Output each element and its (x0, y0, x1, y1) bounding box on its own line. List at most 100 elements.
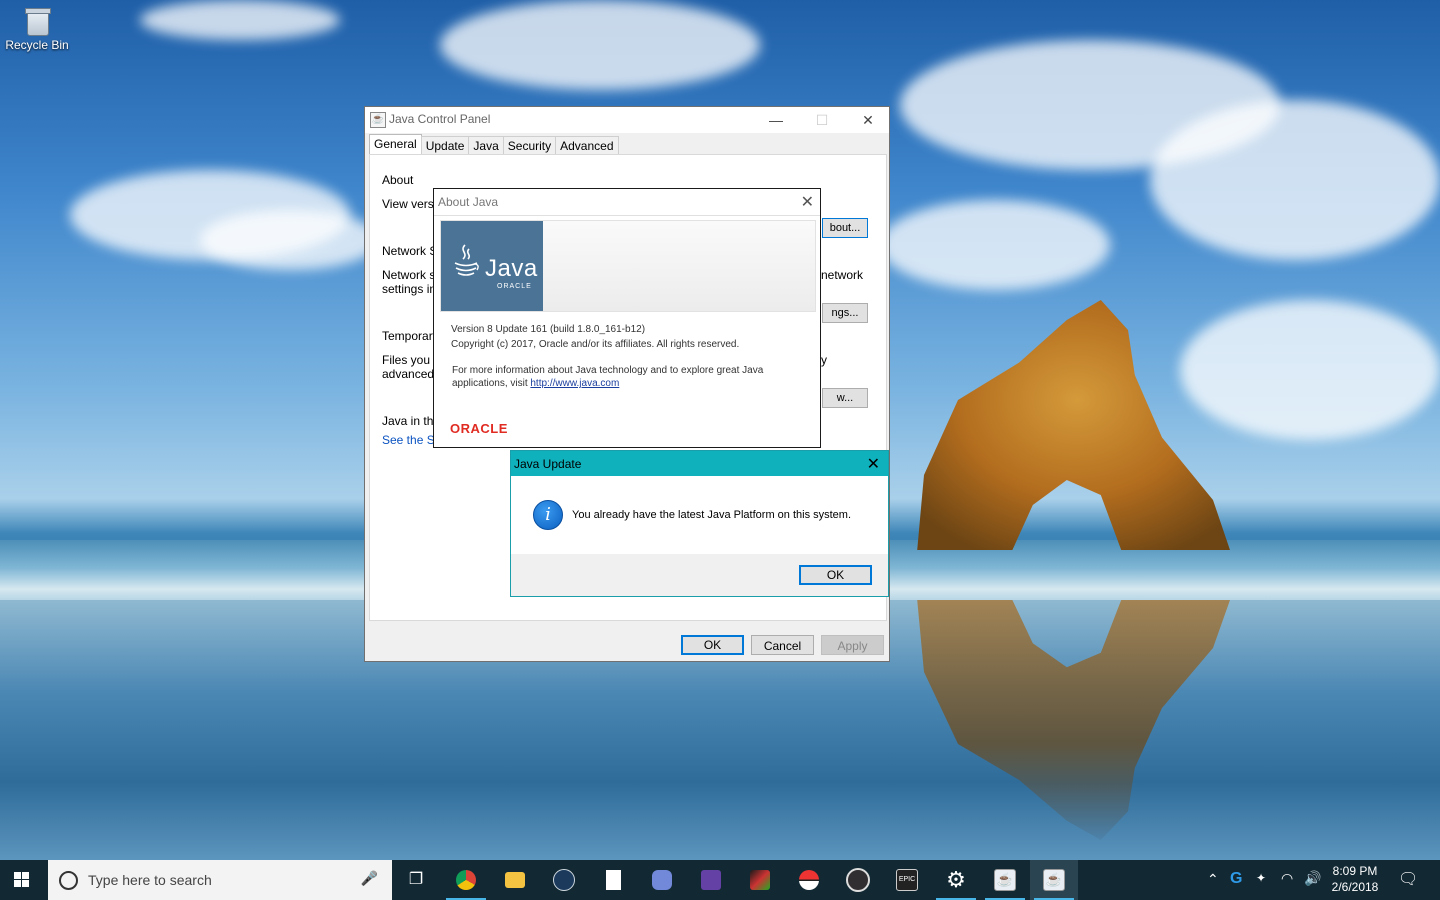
java-app-icon: ☕ (370, 112, 386, 128)
close-icon: ✕ (862, 112, 874, 128)
stock-chart-icon (750, 869, 770, 890)
about-button[interactable]: bout... (822, 218, 868, 238)
recycle-bin-icon (24, 6, 51, 36)
ok-button[interactable]: OK (799, 565, 872, 585)
java-com-link[interactable]: http://www.java.com (530, 378, 619, 389)
tab-strip: General Update Java Security Advanced (369, 134, 619, 155)
recycle-bin-shortcut[interactable]: Recycle Bin (4, 6, 70, 52)
recycle-bin-label: Recycle Bin (5, 38, 69, 52)
taskbar-epic-games[interactable]: EPIC (883, 860, 931, 900)
cortana-icon (59, 871, 78, 890)
taskbar-settings[interactable]: ⚙ (932, 860, 980, 900)
about-java-dialog: About Java ✕ Java ORACLE Version 8 Updat… (433, 188, 821, 448)
close-icon[interactable]: ✕ (867, 454, 880, 474)
close-button[interactable]: ✕ (845, 107, 891, 133)
start-button[interactable] (0, 860, 48, 900)
window-title: Java Control Panel (389, 112, 491, 126)
temporary-files-heading: Temporary (382, 329, 439, 343)
steam-icon (553, 868, 575, 891)
task-view-button[interactable]: ❐ (392, 860, 440, 900)
task-view-icon: ❐ (408, 871, 424, 888)
cloud (880, 200, 1110, 290)
java-update-dialog: Java Update ✕ i You already have the lat… (510, 450, 889, 597)
windows-icon (14, 872, 30, 888)
about-heading: About (382, 173, 414, 187)
discord-icon (652, 869, 672, 890)
about-banner: Java ORACLE (440, 220, 816, 312)
info-line: For more information about Java technolo… (452, 365, 764, 376)
copyright-line: Copyright (c) 2017, Oracle and/or its af… (451, 339, 740, 350)
twitch-icon (701, 869, 721, 890)
tray-app-icon[interactable]: ✦ (1256, 871, 1266, 885)
java-oracle-subtitle: ORACLE (497, 283, 532, 290)
network-text-right: network (821, 268, 864, 282)
chrome-icon (456, 869, 476, 890)
version-line: Version 8 Update 161 (build 1.8.0_161-b1… (451, 324, 646, 335)
taskbar-file-explorer[interactable] (491, 860, 539, 900)
titlebar[interactable]: Java Update ✕ (511, 451, 888, 476)
gear-icon: ⚙ (946, 867, 966, 892)
titlebar[interactable]: ☕ Java Control Panel — ☐ ✕ (365, 107, 889, 133)
logitech-icon[interactable]: G (1230, 870, 1242, 888)
titlebar[interactable]: About Java ✕ (434, 189, 820, 216)
temporary-files-text-right: y (821, 353, 827, 367)
taskbar-stock-chart[interactable] (736, 860, 784, 900)
action-center-icon[interactable]: 🗨 (1398, 869, 1418, 889)
document-icon (605, 869, 621, 890)
java-in-browser-heading: Java in the (382, 414, 441, 428)
minimize-icon: — (769, 112, 783, 128)
clock-time: 8:09 PM (1332, 864, 1378, 878)
rock-arch (917, 300, 1230, 550)
java-logo: Java ORACLE (441, 221, 543, 311)
taskbar-discord[interactable] (638, 860, 686, 900)
temporary-files-text: advanced (382, 367, 435, 381)
java-icon: ☕ (1043, 868, 1065, 891)
clock-date: 2/6/2018 (1331, 880, 1379, 894)
network-settings-button[interactable]: ngs... (822, 303, 868, 323)
apply-button: Apply (821, 635, 884, 655)
info-line: applications, visit http://www.java.com (452, 378, 619, 389)
taskbar-steam[interactable] (540, 860, 588, 900)
ok-button[interactable]: OK (681, 635, 744, 655)
search-placeholder: Type here to search (88, 872, 212, 888)
cloud (1150, 100, 1440, 260)
maximize-button: ☐ (799, 107, 845, 133)
clock[interactable]: 8:09 PM 2/6/2018 (1322, 863, 1388, 895)
tab-advanced[interactable]: Advanced (555, 136, 619, 155)
java-cup-icon (454, 244, 479, 276)
java-icon: ☕ (994, 868, 1016, 891)
folder-icon (505, 871, 525, 888)
tab-security[interactable]: Security (502, 136, 557, 155)
cloud (1180, 300, 1440, 440)
dialog-title: Java Update (514, 457, 582, 471)
wifi-icon[interactable]: ◠ (1281, 870, 1293, 887)
epic-games-icon: EPIC (896, 868, 918, 891)
chevron-up-icon[interactable]: ⌃ (1207, 871, 1219, 888)
info-icon: i (533, 500, 563, 530)
tab-general[interactable]: General (369, 134, 422, 155)
taskbar-twitch[interactable] (687, 860, 735, 900)
taskbar-pokeball[interactable] (785, 860, 833, 900)
taskbar-java-update[interactable]: ☕ (1030, 860, 1078, 900)
taskbar-java-control-panel[interactable]: ☕ (981, 860, 1029, 900)
oracle-logo: ORACLE (450, 421, 508, 436)
dialog-title: About Java (438, 195, 499, 209)
obs-icon (846, 867, 870, 892)
search-box[interactable]: Type here to search 🎤 (48, 860, 392, 900)
tab-java[interactable]: Java (468, 136, 504, 155)
taskbar-document[interactable] (589, 860, 637, 900)
info-line-prefix: applications, visit (452, 378, 531, 389)
maximize-icon: ☐ (815, 112, 829, 128)
cancel-button[interactable]: Cancel (751, 635, 814, 655)
view-temp-files-button[interactable]: w... (822, 388, 868, 408)
volume-icon[interactable]: 🔊 (1304, 870, 1321, 887)
taskbar-obs[interactable] (834, 860, 882, 900)
message-area: i You already have the latest Java Platf… (511, 476, 888, 554)
cloud (200, 210, 380, 270)
tab-update[interactable]: Update (420, 136, 470, 155)
close-icon[interactable]: ✕ (801, 192, 814, 212)
microphone-icon[interactable]: 🎤 (361, 870, 378, 887)
minimize-button[interactable]: — (753, 107, 799, 133)
pokeball-icon (799, 869, 819, 890)
taskbar-chrome[interactable] (442, 860, 490, 900)
